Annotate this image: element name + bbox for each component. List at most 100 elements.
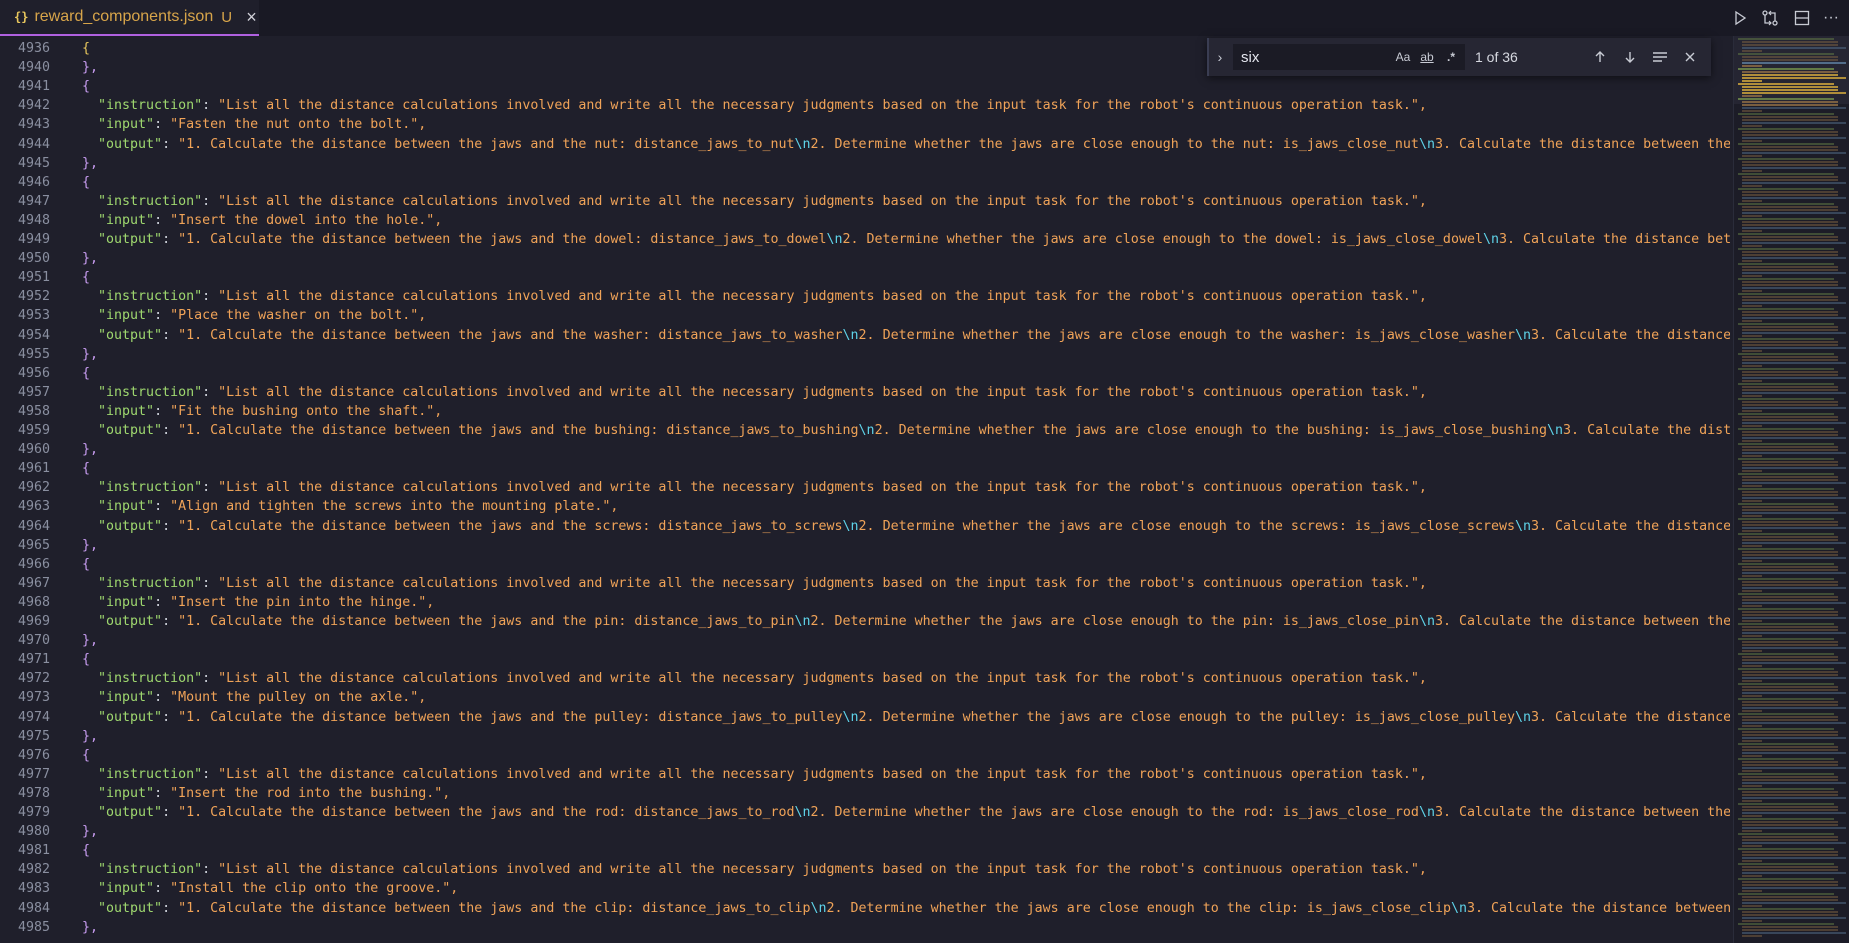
minimap-line: [1742, 41, 1838, 43]
line-number: 4936: [17, 41, 50, 56]
minimap-line: [1742, 917, 1846, 919]
minimap-line: [1742, 296, 1838, 298]
close-icon[interactable]: ×: [244, 8, 259, 26]
minimap-line: [1742, 140, 1762, 142]
instruction-value: "List all the distance calculations invo…: [218, 766, 1427, 782]
code-line: 4964 "output": "1. Calculate the distanc…: [0, 517, 1730, 536]
brace-token: {: [82, 270, 91, 286]
toggle-replace-chevron-icon[interactable]: ›: [1209, 49, 1231, 65]
colon: :: [162, 900, 179, 916]
code-line: 4946 {: [0, 173, 1730, 192]
escape-token: \n: [842, 709, 859, 725]
minimap-line: [1742, 74, 1838, 76]
escape-token: \n: [810, 900, 827, 916]
line-number: 4974: [17, 709, 50, 725]
minimap-line: [1742, 455, 1762, 457]
close-find-icon[interactable]: [1675, 51, 1705, 63]
minimap-line: [1742, 479, 1838, 481]
minimap-line: [1738, 893, 1834, 895]
output-part: 2. Determine whether the jaws are close …: [810, 136, 1419, 152]
instruction-value: "List all the distance calculations invo…: [218, 671, 1427, 687]
input-value: "Install the clip onto the groove.",: [170, 881, 459, 897]
minimap-line: [1742, 776, 1838, 778]
brace-token: },: [82, 346, 99, 362]
brace-token: },: [82, 251, 99, 267]
json-key: "instruction": [98, 289, 203, 305]
find-input[interactable]: [1239, 47, 1391, 67]
line-number: 4952: [17, 289, 50, 305]
minimap-line: [1742, 542, 1846, 544]
minimap-line: [1738, 218, 1834, 220]
split-editor-icon[interactable]: [1789, 5, 1815, 31]
line-content: {: [82, 364, 90, 383]
line-content: "output": "1. Calculate the distance bet…: [82, 230, 1730, 249]
minimap-line: [1742, 890, 1762, 892]
use-regex-icon[interactable]: .*: [1439, 50, 1463, 64]
colon: :: [202, 289, 219, 305]
minimap-line: [1742, 812, 1846, 814]
line-content: "instruction": "List all the distance ca…: [82, 574, 1427, 593]
line-number: 4964: [17, 518, 50, 534]
brace-token: },: [82, 155, 99, 171]
line-number: 4962: [17, 480, 50, 496]
line-number: 4976: [17, 747, 50, 763]
code-line: 4984 "output": "1. Calculate the distanc…: [0, 899, 1730, 918]
line-number: 4969: [17, 614, 50, 629]
output-part: 2. Determine whether the jaws are close …: [810, 805, 1419, 820]
find-in-selection-icon[interactable]: [1645, 50, 1675, 64]
minimap-line: [1742, 761, 1838, 763]
minimap-line: [1742, 245, 1762, 247]
minimap[interactable]: [1733, 36, 1849, 943]
line-number: 4949: [17, 232, 50, 247]
minimap-line: [1742, 731, 1838, 733]
previous-match-icon[interactable]: [1585, 50, 1615, 64]
line-content: },: [82, 822, 98, 841]
minimap-line: [1738, 443, 1834, 445]
editor-tab[interactable]: {} reward_components.json U ×: [0, 0, 259, 36]
code-line: 4948 "input": "Insert the dowel into the…: [0, 211, 1730, 230]
minimap-line: [1742, 572, 1846, 574]
minimap-line: [1742, 422, 1846, 424]
line-number: 4982: [17, 862, 50, 878]
line-content: "input": "Insert the dowel into the hole…: [82, 211, 442, 230]
code-line: 4985},: [0, 918, 1730, 937]
minimap-line: [1742, 464, 1838, 466]
minimap-line: [1742, 707, 1846, 709]
minimap-line: [1742, 800, 1762, 802]
line-content: "instruction": "List all the distance ca…: [82, 669, 1427, 688]
minimap-line: [1738, 428, 1834, 430]
more-actions-icon[interactable]: ···: [1818, 5, 1844, 31]
next-match-icon[interactable]: [1615, 50, 1645, 64]
tab-bar: {} reward_components.json U × ···: [0, 0, 1849, 36]
code-line: 4959 "output": "1. Calculate the distanc…: [0, 421, 1730, 440]
minimap-line: [1738, 713, 1834, 715]
code-line: 4979 "output": "1. Calculate the distanc…: [0, 803, 1730, 822]
compare-changes-icon[interactable]: [1757, 5, 1783, 31]
minimap-line: [1742, 329, 1838, 331]
code-line: 4978 "input": "Insert the rod into the b…: [0, 784, 1730, 803]
line-number: 4980: [17, 824, 50, 840]
code-line: 4965},: [0, 536, 1730, 555]
colon: :: [202, 98, 219, 114]
json-key: "instruction": [98, 480, 203, 496]
code-editor[interactable]: 4936 {4940}, 4941 {4942 "instruction": "Lis…: [0, 36, 1730, 943]
minimap-line: [1738, 638, 1834, 640]
line-number: 4959: [17, 423, 50, 438]
json-key: "output": [98, 232, 163, 247]
minimap-line: [1738, 473, 1834, 475]
match-case-icon[interactable]: Aa: [1391, 50, 1415, 64]
json-key: "input": [98, 117, 155, 133]
minimap-line: [1738, 128, 1834, 130]
minimap-line: [1742, 359, 1838, 361]
line-content: },: [82, 631, 98, 650]
minimap-line: [1742, 737, 1846, 739]
line-number: 4947: [17, 193, 50, 209]
match-whole-word-icon[interactable]: ab: [1415, 50, 1439, 64]
minimap-line: [1738, 923, 1834, 925]
run-icon[interactable]: [1727, 5, 1753, 31]
